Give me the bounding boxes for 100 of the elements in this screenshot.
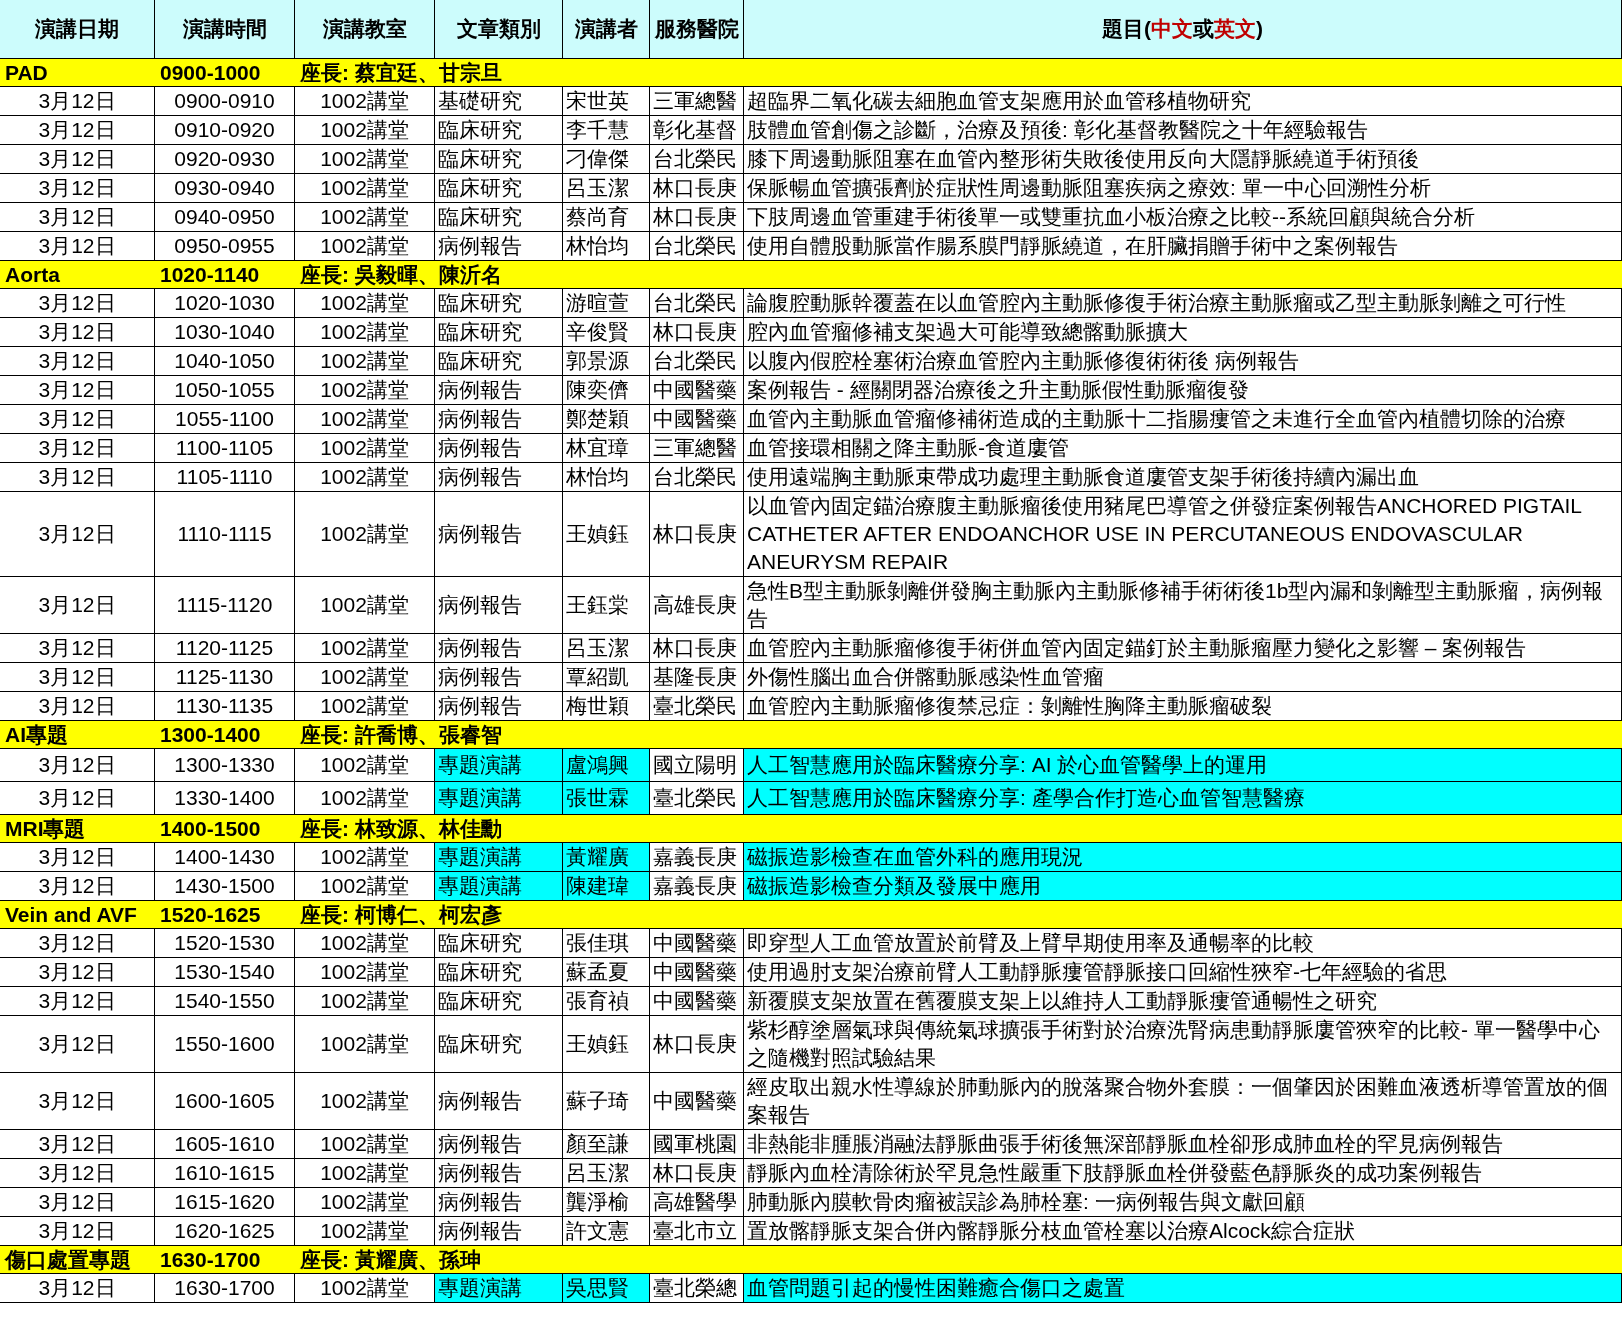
table-cell: 1002講堂 (295, 1016, 435, 1073)
table-cell: 0910-0920 (155, 116, 295, 145)
table-cell: 林口長庚 (650, 318, 744, 347)
session-chair: 座長: 許喬博、張睿智 (300, 721, 502, 748)
table-cell: 肢體血管創傷之診斷，治療及預後: 彰化基督教醫院之十年經驗報告 (744, 116, 1622, 145)
table-cell: 1055-1100 (155, 405, 295, 434)
table-cell: 臨床研究 (435, 289, 563, 318)
table-cell: 宋世英 (563, 87, 650, 116)
column-header: 演講者 (563, 0, 650, 59)
table-cell: 1040-1050 (155, 347, 295, 376)
table-cell: 非熱能非腫脹消融法靜脈曲張手術後無深部靜脈血栓卻形成肺血栓的罕見病例報告 (744, 1130, 1622, 1159)
session-time: 0900-1000 (159, 60, 262, 85)
table-cell: 台北榮民 (650, 463, 744, 492)
table-cell: 臨床研究 (435, 145, 563, 174)
table-cell: 專題演講 (435, 782, 563, 815)
table-cell: 專題演講 (435, 749, 563, 782)
table-cell: 病例報告 (435, 663, 563, 692)
table-cell: 高雄長庚 (650, 577, 744, 634)
table-cell: 血管內主動脈血管瘤修補術造成的主動脈十二指腸瘻管之未進行全血管內植體切除的治療 (744, 405, 1622, 434)
table-cell: 國軍桃園 (650, 1130, 744, 1159)
table-cell: 中國醫藥 (650, 958, 744, 987)
table-cell: 李千慧 (563, 116, 650, 145)
table-cell: 1002講堂 (295, 1130, 435, 1159)
table-cell: 即穿型人工血管放置於前臂及上臂早期使用率及通暢率的比較 (744, 929, 1622, 958)
table-cell: 臨床研究 (435, 958, 563, 987)
table-cell: 1002講堂 (295, 405, 435, 434)
table-cell: 病例報告 (435, 492, 563, 577)
column-header: 服務醫院 (650, 0, 744, 59)
session-chair: 座長: 柯博仁、柯宏彥 (300, 901, 502, 928)
table-cell: 1002講堂 (295, 929, 435, 958)
table-cell: 中國醫藥 (650, 405, 744, 434)
table-cell: 病例報告 (435, 376, 563, 405)
table-cell: 1002講堂 (295, 663, 435, 692)
table-cell: 蘇孟夏 (563, 958, 650, 987)
session-time: 1020-1140 (159, 262, 261, 287)
table-cell: 1100-1105 (155, 434, 295, 463)
table-cell: 病例報告 (435, 1130, 563, 1159)
table-cell: 病例報告 (435, 1159, 563, 1188)
column-header: 題目(中文或英文) (744, 0, 1622, 59)
session-name: AI專題 (4, 721, 69, 748)
table-cell: 以腹內假腔栓塞術治療血管腔內主動脈修復術術後 病例報告 (744, 347, 1622, 376)
table-cell: 3月12日 (0, 1274, 155, 1303)
table-cell: 血管接環相關之降主動脈-食道廔管 (744, 434, 1622, 463)
table-cell: 林怡均 (563, 463, 650, 492)
table-cell: 陳建瑋 (563, 872, 650, 901)
table-cell: 1125-1130 (155, 663, 295, 692)
table-cell: 臨床研究 (435, 116, 563, 145)
table-cell: 新覆膜支架放置在舊覆膜支架上以維持人工動靜脈瘻管通暢性之研究 (744, 987, 1622, 1016)
table-cell: 1030-1040 (155, 318, 295, 347)
table-cell: 郭景源 (563, 347, 650, 376)
table-cell: 林口長庚 (650, 203, 744, 232)
table-cell: 經皮取出親水性導線於肺動脈內的脫落聚合物外套膜：一個肇因於困難血液透析導管置放的個案報告 (744, 1073, 1622, 1130)
column-header: 文章類別 (435, 0, 563, 59)
table-cell: 1300-1330 (155, 749, 295, 782)
session-name: Vein and AVF (4, 902, 138, 927)
table-cell: 顏至謙 (563, 1130, 650, 1159)
table-cell: 3月12日 (0, 577, 155, 634)
table-cell: 3月12日 (0, 1016, 155, 1073)
table-cell: 彰化基督 (650, 116, 744, 145)
table-cell: 病例報告 (435, 1188, 563, 1217)
table-cell: 林口長庚 (650, 1016, 744, 1073)
table-cell: 1002講堂 (295, 634, 435, 663)
table-cell: 1400-1430 (155, 843, 295, 872)
column-header: 演講教室 (295, 0, 435, 59)
table-cell: 呂玉潔 (563, 1159, 650, 1188)
table-cell: 1105-1110 (155, 463, 295, 492)
table-cell: 1002講堂 (295, 87, 435, 116)
table-cell: 3月12日 (0, 347, 155, 376)
table-cell: 紫杉醇塗層氣球與傳統氣球擴張手術對於治療洗腎病患動靜脈廔管狹窄的比較- 單一醫學中心之隨機對照試驗結果 (744, 1016, 1622, 1073)
table-cell: 1002講堂 (295, 1159, 435, 1188)
table-cell: 病例報告 (435, 634, 563, 663)
table-cell: 3月12日 (0, 289, 155, 318)
table-cell: 1530-1540 (155, 958, 295, 987)
table-cell: 基礎研究 (435, 87, 563, 116)
session-chair: 座長: 黃耀廣、孫珅 (300, 1246, 481, 1273)
table-cell: 1115-1120 (155, 577, 295, 634)
table-cell: 1120-1125 (155, 634, 295, 663)
table-cell: 膝下周邊動脈阻塞在血管內整形術失敗後使用反向大隱靜脈繞道手術預後 (744, 145, 1622, 174)
table-cell: 1110-1115 (155, 492, 295, 577)
table-cell: 中國醫藥 (650, 1073, 744, 1130)
table-cell: 鄭楚穎 (563, 405, 650, 434)
table-cell: 張育禎 (563, 987, 650, 1016)
table-cell: 3月12日 (0, 203, 155, 232)
table-cell: 基隆長庚 (650, 663, 744, 692)
session-name: 傷口處置專題 (3, 1246, 132, 1273)
table-cell: 3月12日 (0, 634, 155, 663)
session-name: Aorta (4, 262, 61, 287)
table-cell: 三軍總醫 (650, 434, 744, 463)
table-cell: 臨床研究 (435, 174, 563, 203)
table-cell: 3月12日 (0, 929, 155, 958)
table-cell: 3月12日 (0, 987, 155, 1016)
table-cell: 3月12日 (0, 174, 155, 203)
table-cell: 1020-1030 (155, 289, 295, 318)
table-cell: 1002講堂 (295, 318, 435, 347)
table-cell: 刁偉傑 (563, 145, 650, 174)
table-cell: 龔淨榆 (563, 1188, 650, 1217)
session-time: 1520-1625 (159, 902, 262, 927)
table-cell: 林口長庚 (650, 492, 744, 577)
table-cell: 1002講堂 (295, 987, 435, 1016)
table-cell: 林口長庚 (650, 1159, 744, 1188)
